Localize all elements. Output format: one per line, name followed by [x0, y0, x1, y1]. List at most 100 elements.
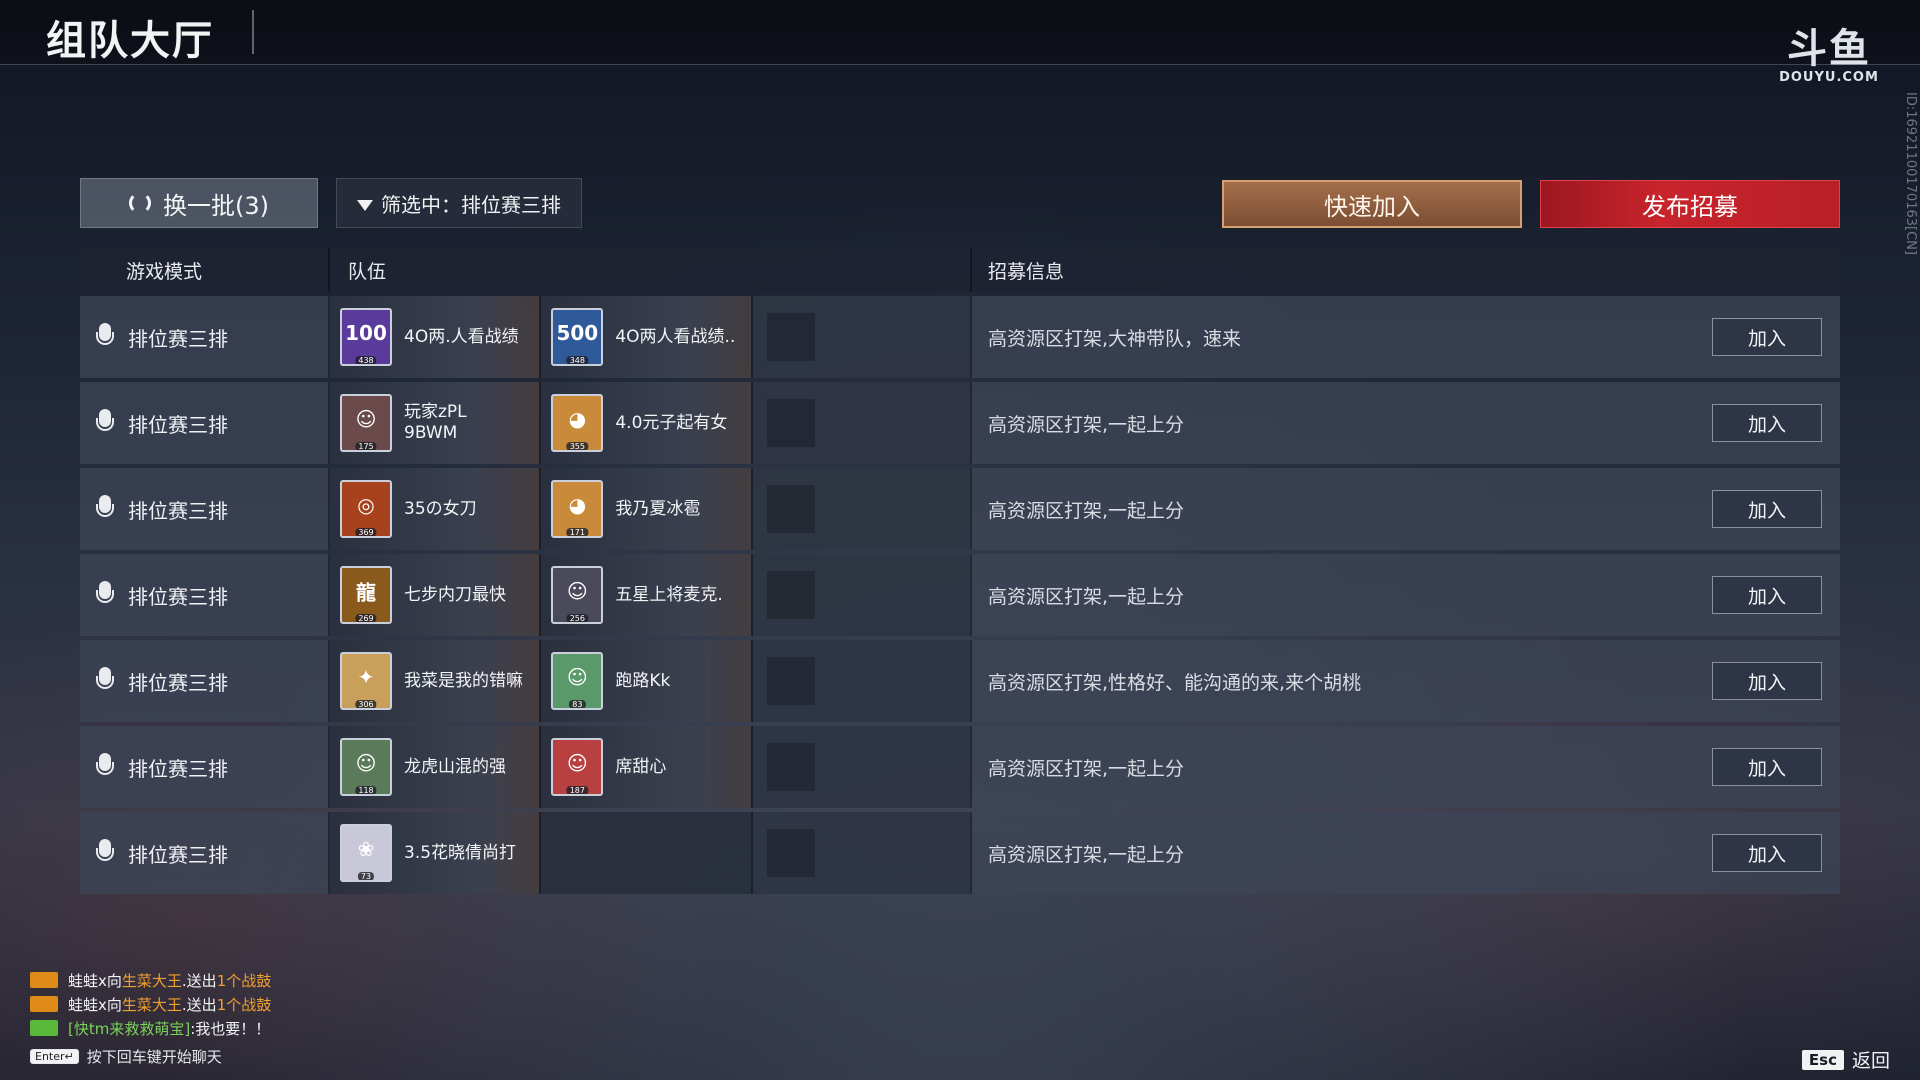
quick-join-button[interactable]: 快速加入	[1222, 180, 1522, 228]
join-button[interactable]: 加入	[1712, 490, 1822, 528]
player-slot[interactable]: ☺ 118 龙虎山混的强	[330, 726, 542, 808]
refresh-button[interactable]: 换一批(3)	[80, 178, 318, 228]
chat-hint[interactable]: Enter↵ 按下回车键开始聊天	[30, 1046, 222, 1067]
player-slot[interactable]: 龍 269 七步内刀最快	[330, 554, 542, 636]
table-row: 排位赛三排 ☺ 118 龙虎山混的强 ☺ 187 席甜心 高资源区打架,一起上分…	[80, 726, 1840, 808]
info-cell: 高资源区打架,一起上分 加入	[972, 382, 1840, 464]
join-button[interactable]: 加入	[1712, 662, 1822, 700]
empty-slot-box	[766, 313, 815, 361]
table-row: 排位赛三排 ◎ 369 35の女刀 ◕ 171 我乃夏冰雹 高资源区打架,一起上…	[80, 468, 1840, 550]
publish-label: 发布招募	[1642, 192, 1738, 221]
info-cell: 高资源区打架,大神带队，速来 加入	[972, 296, 1840, 378]
level-badge: 348	[566, 356, 588, 364]
chat-user: 蛙蛙x向	[68, 971, 122, 990]
player-slot[interactable]: 100 438 4O两.人看战绩	[330, 296, 542, 378]
level-badge: 187	[566, 786, 588, 794]
player-slot[interactable]: 500 348 4O两人看战绩..	[541, 296, 753, 378]
mode-cell: 排位赛三排	[80, 726, 330, 808]
avatar-face: ◕	[568, 406, 587, 431]
join-button[interactable]: 加入	[1712, 576, 1822, 614]
filter-button[interactable]: 筛选中：排位赛三排	[336, 178, 582, 228]
recruit-info: 高资源区打架,一起上分	[988, 843, 1185, 866]
microphone-icon	[94, 839, 116, 867]
level-badge: 269	[355, 614, 377, 622]
player-name: 3.5花晓倩尚打	[404, 842, 517, 863]
empty-slot[interactable]	[752, 812, 970, 894]
player-slot[interactable]: ☺ 175 玩家zPL 9BWM	[330, 382, 542, 464]
level-badge: 369	[355, 528, 377, 536]
info-cell: 高资源区打架,一起上分 加入	[972, 726, 1840, 808]
level-badge: 355	[566, 442, 588, 450]
chat-line: [快tm来救救萌宝]:我也要！！	[30, 1016, 271, 1040]
empty-slot[interactable]	[752, 468, 970, 550]
mode-label: 排位赛三排	[128, 584, 228, 609]
player-slot[interactable]: ◕ 355 4.0元子起有女	[541, 382, 753, 464]
mode-cell: 排位赛三排	[80, 640, 330, 722]
mode-cell: 排位赛三排	[80, 554, 330, 636]
avatar-face: 龍	[356, 580, 376, 605]
empty-slot[interactable]	[541, 812, 753, 894]
empty-slot-box	[766, 485, 815, 533]
info-cell: 高资源区打架,一起上分 加入	[972, 812, 1840, 894]
join-button[interactable]: 加入	[1712, 404, 1822, 442]
level-badge: 256	[566, 614, 588, 622]
back-label: 返回	[1851, 1050, 1890, 1072]
player-slot[interactable]: ☺ 256 五星上将麦克.	[541, 554, 753, 636]
player-slot[interactable]: ✦ 306 我菜是我的错嘛	[330, 640, 542, 722]
chat-target: 生菜大王	[121, 995, 182, 1014]
chat-hint-text: 按下回车键开始聊天	[86, 1048, 222, 1066]
avatar: 100 438	[340, 308, 392, 366]
player-name: 35の女刀	[404, 498, 477, 519]
empty-slot[interactable]	[752, 554, 970, 636]
avatar: 500 348	[551, 308, 604, 366]
logo-mark: 斗鱼	[1787, 26, 1871, 72]
mode-label: 排位赛三排	[128, 498, 228, 523]
player-slot[interactable]: ◕ 171 我乃夏冰雹	[541, 468, 753, 550]
player-slot[interactable]: ❀ 73 3.5花晓倩尚打	[330, 812, 542, 894]
microphone-icon	[94, 409, 116, 437]
level-badge: 438	[355, 356, 377, 364]
player-name: 七步内刀最快	[404, 584, 506, 605]
recruit-info: 高资源区打架,一起上分	[988, 413, 1185, 436]
recruit-info: 高资源区打架,一起上分	[988, 757, 1185, 780]
empty-slot-box	[766, 571, 815, 619]
microphone-icon	[94, 581, 116, 609]
empty-slot[interactable]	[752, 296, 970, 378]
empty-slot[interactable]	[752, 382, 970, 464]
avatar-face: ❀	[357, 836, 375, 861]
publish-recruit-button[interactable]: 发布招募	[1540, 180, 1840, 228]
table-body: 排位赛三排 100 438 4O两.人看战绩 500 348 4O两人看战绩..	[80, 296, 1840, 894]
stream-id: ID:16921100170163[CN]	[1903, 92, 1918, 255]
team-cell: ◎ 369 35の女刀 ◕ 171 我乃夏冰雹	[330, 468, 972, 550]
empty-slot-box	[766, 399, 815, 447]
back-button[interactable]: Esc 返回	[1801, 1046, 1890, 1073]
recruit-info: 高资源区打架,性格好、能沟通的来,来个胡桃	[988, 671, 1362, 694]
empty-slot[interactable]	[752, 640, 970, 722]
player-name: 4O两.人看战绩	[404, 326, 519, 347]
avatar: ◕ 355	[551, 394, 604, 452]
title-divider	[252, 10, 254, 54]
level-badge: 306	[355, 700, 377, 708]
chat-target: 生菜大王	[121, 971, 182, 990]
player-name: 我乃夏冰雹	[615, 498, 701, 519]
player-slot[interactable]: ☺ 83 跑路Kk	[541, 640, 753, 722]
player-slot[interactable]: ◎ 369 35の女刀	[330, 468, 542, 550]
avatar-face: ✦	[357, 664, 375, 689]
recruit-info: 高资源区打架,一起上分	[988, 585, 1185, 608]
empty-slot[interactable]	[752, 726, 970, 808]
player-name: 4.0元子起有女	[615, 412, 728, 433]
join-button[interactable]: 加入	[1712, 748, 1822, 786]
header-bar: 组队大厅	[0, 0, 1920, 65]
join-button[interactable]: 加入	[1712, 834, 1822, 872]
level-badge: 171	[566, 528, 588, 536]
esc-key: Esc	[1801, 1049, 1844, 1070]
avatar-face: ☺	[566, 664, 588, 689]
level-badge: 175	[355, 442, 377, 450]
player-slot[interactable]: ☺ 187 席甜心	[541, 726, 753, 808]
join-button[interactable]: 加入	[1712, 318, 1822, 356]
chat-feed: 蛙蛙x向生菜大王.送出1个战鼓 蛙蛙x向生菜大王.送出1个战鼓 [快tm来救救萌…	[30, 968, 271, 1040]
level-badge: 83	[569, 700, 586, 708]
avatar-face: 500	[556, 320, 599, 345]
filter-icon	[357, 199, 373, 211]
header-info: 招募信息	[988, 260, 1065, 283]
